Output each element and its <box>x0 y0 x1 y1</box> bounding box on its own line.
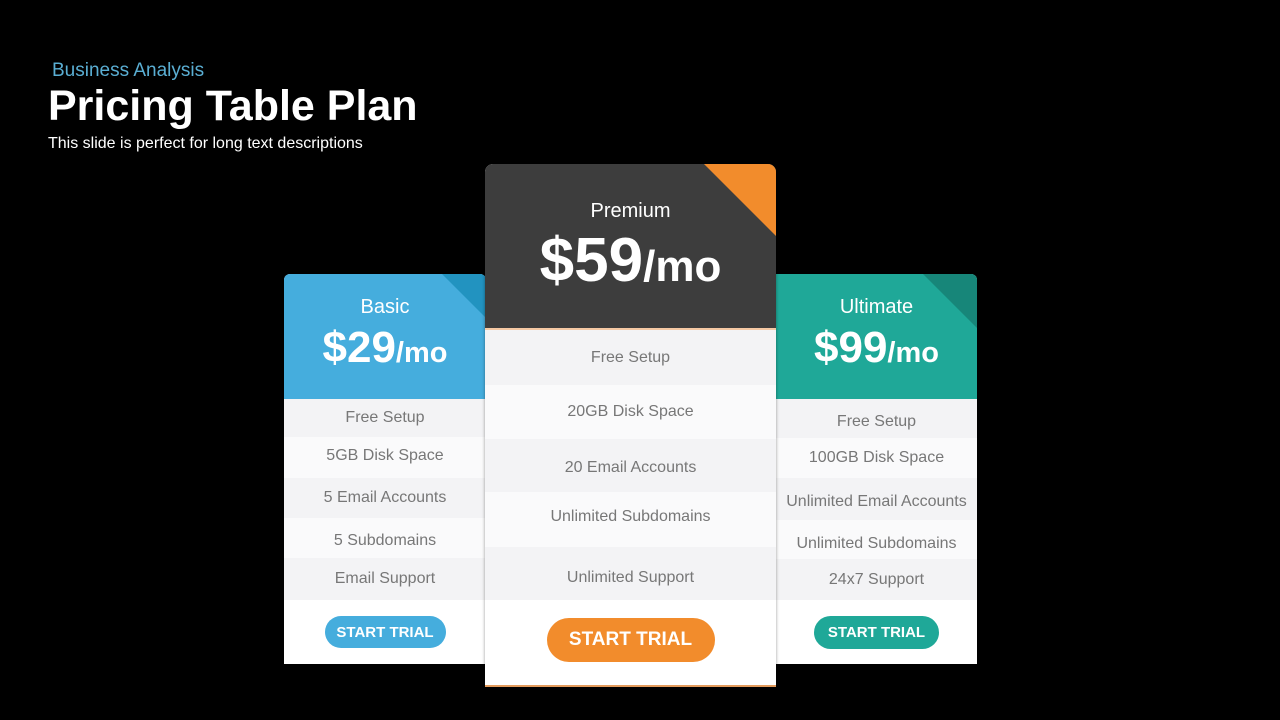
button-area: START TRIAL <box>485 600 776 685</box>
card-header: Basic $29/mo <box>284 274 486 399</box>
corner-ribbon <box>442 274 486 318</box>
card-header: Premium $59/mo <box>485 164 776 330</box>
feature-row: 5 Subdomains <box>284 518 486 558</box>
feature-row: 5 Email Accounts <box>284 478 486 518</box>
plan-price: $29/mo <box>284 323 486 373</box>
price-amount: $29 <box>322 323 396 372</box>
pricing-card-premium: Premium $59/mo Free Setup 20GB Disk Spac… <box>485 164 776 687</box>
page-title: Pricing Table Plan <box>48 82 418 130</box>
feature-row: Unlimited Support <box>485 547 776 600</box>
corner-ribbon <box>923 274 977 328</box>
section-kicker: Business Analysis <box>52 60 205 81</box>
card-header: Ultimate $99/mo <box>776 274 977 399</box>
feature-row: Unlimited Subdomains <box>776 520 977 559</box>
feature-row: Unlimited Email Accounts <box>776 478 977 520</box>
feature-row: 20GB Disk Space <box>485 385 776 439</box>
feature-row: 5GB Disk Space <box>284 437 486 478</box>
button-area: START TRIAL <box>776 600 977 664</box>
price-unit: /mo <box>643 242 722 291</box>
feature-row: Email Support <box>284 558 486 600</box>
feature-row: 24x7 Support <box>776 559 977 600</box>
feature-row: Free Setup <box>284 399 486 437</box>
price-unit: /mo <box>395 337 448 369</box>
feature-row: Free Setup <box>776 399 977 438</box>
start-trial-button-premium[interactable]: START TRIAL <box>546 618 715 662</box>
pricing-card-basic: Basic $29/mo Free Setup 5GB Disk Space 5… <box>284 274 486 664</box>
price-amount: $99 <box>814 323 888 372</box>
feature-row: 100GB Disk Space <box>776 438 977 478</box>
start-trial-button-ultimate[interactable]: START TRIAL <box>814 615 939 649</box>
corner-ribbon <box>704 164 776 236</box>
price-amount: $59 <box>539 226 644 295</box>
feature-row: 20 Email Accounts <box>485 439 776 492</box>
start-trial-button-basic[interactable]: START TRIAL <box>324 616 446 648</box>
page-description: This slide is perfect for long text desc… <box>48 135 363 152</box>
pricing-card-ultimate: Ultimate $99/mo Free Setup 100GB Disk Sp… <box>776 274 977 664</box>
feature-row: Unlimited Subdomains <box>485 492 776 547</box>
plan-price: $99/mo <box>776 323 977 373</box>
button-area: START TRIAL <box>284 600 486 664</box>
feature-row: Free Setup <box>485 330 776 385</box>
price-unit: /mo <box>887 337 939 369</box>
